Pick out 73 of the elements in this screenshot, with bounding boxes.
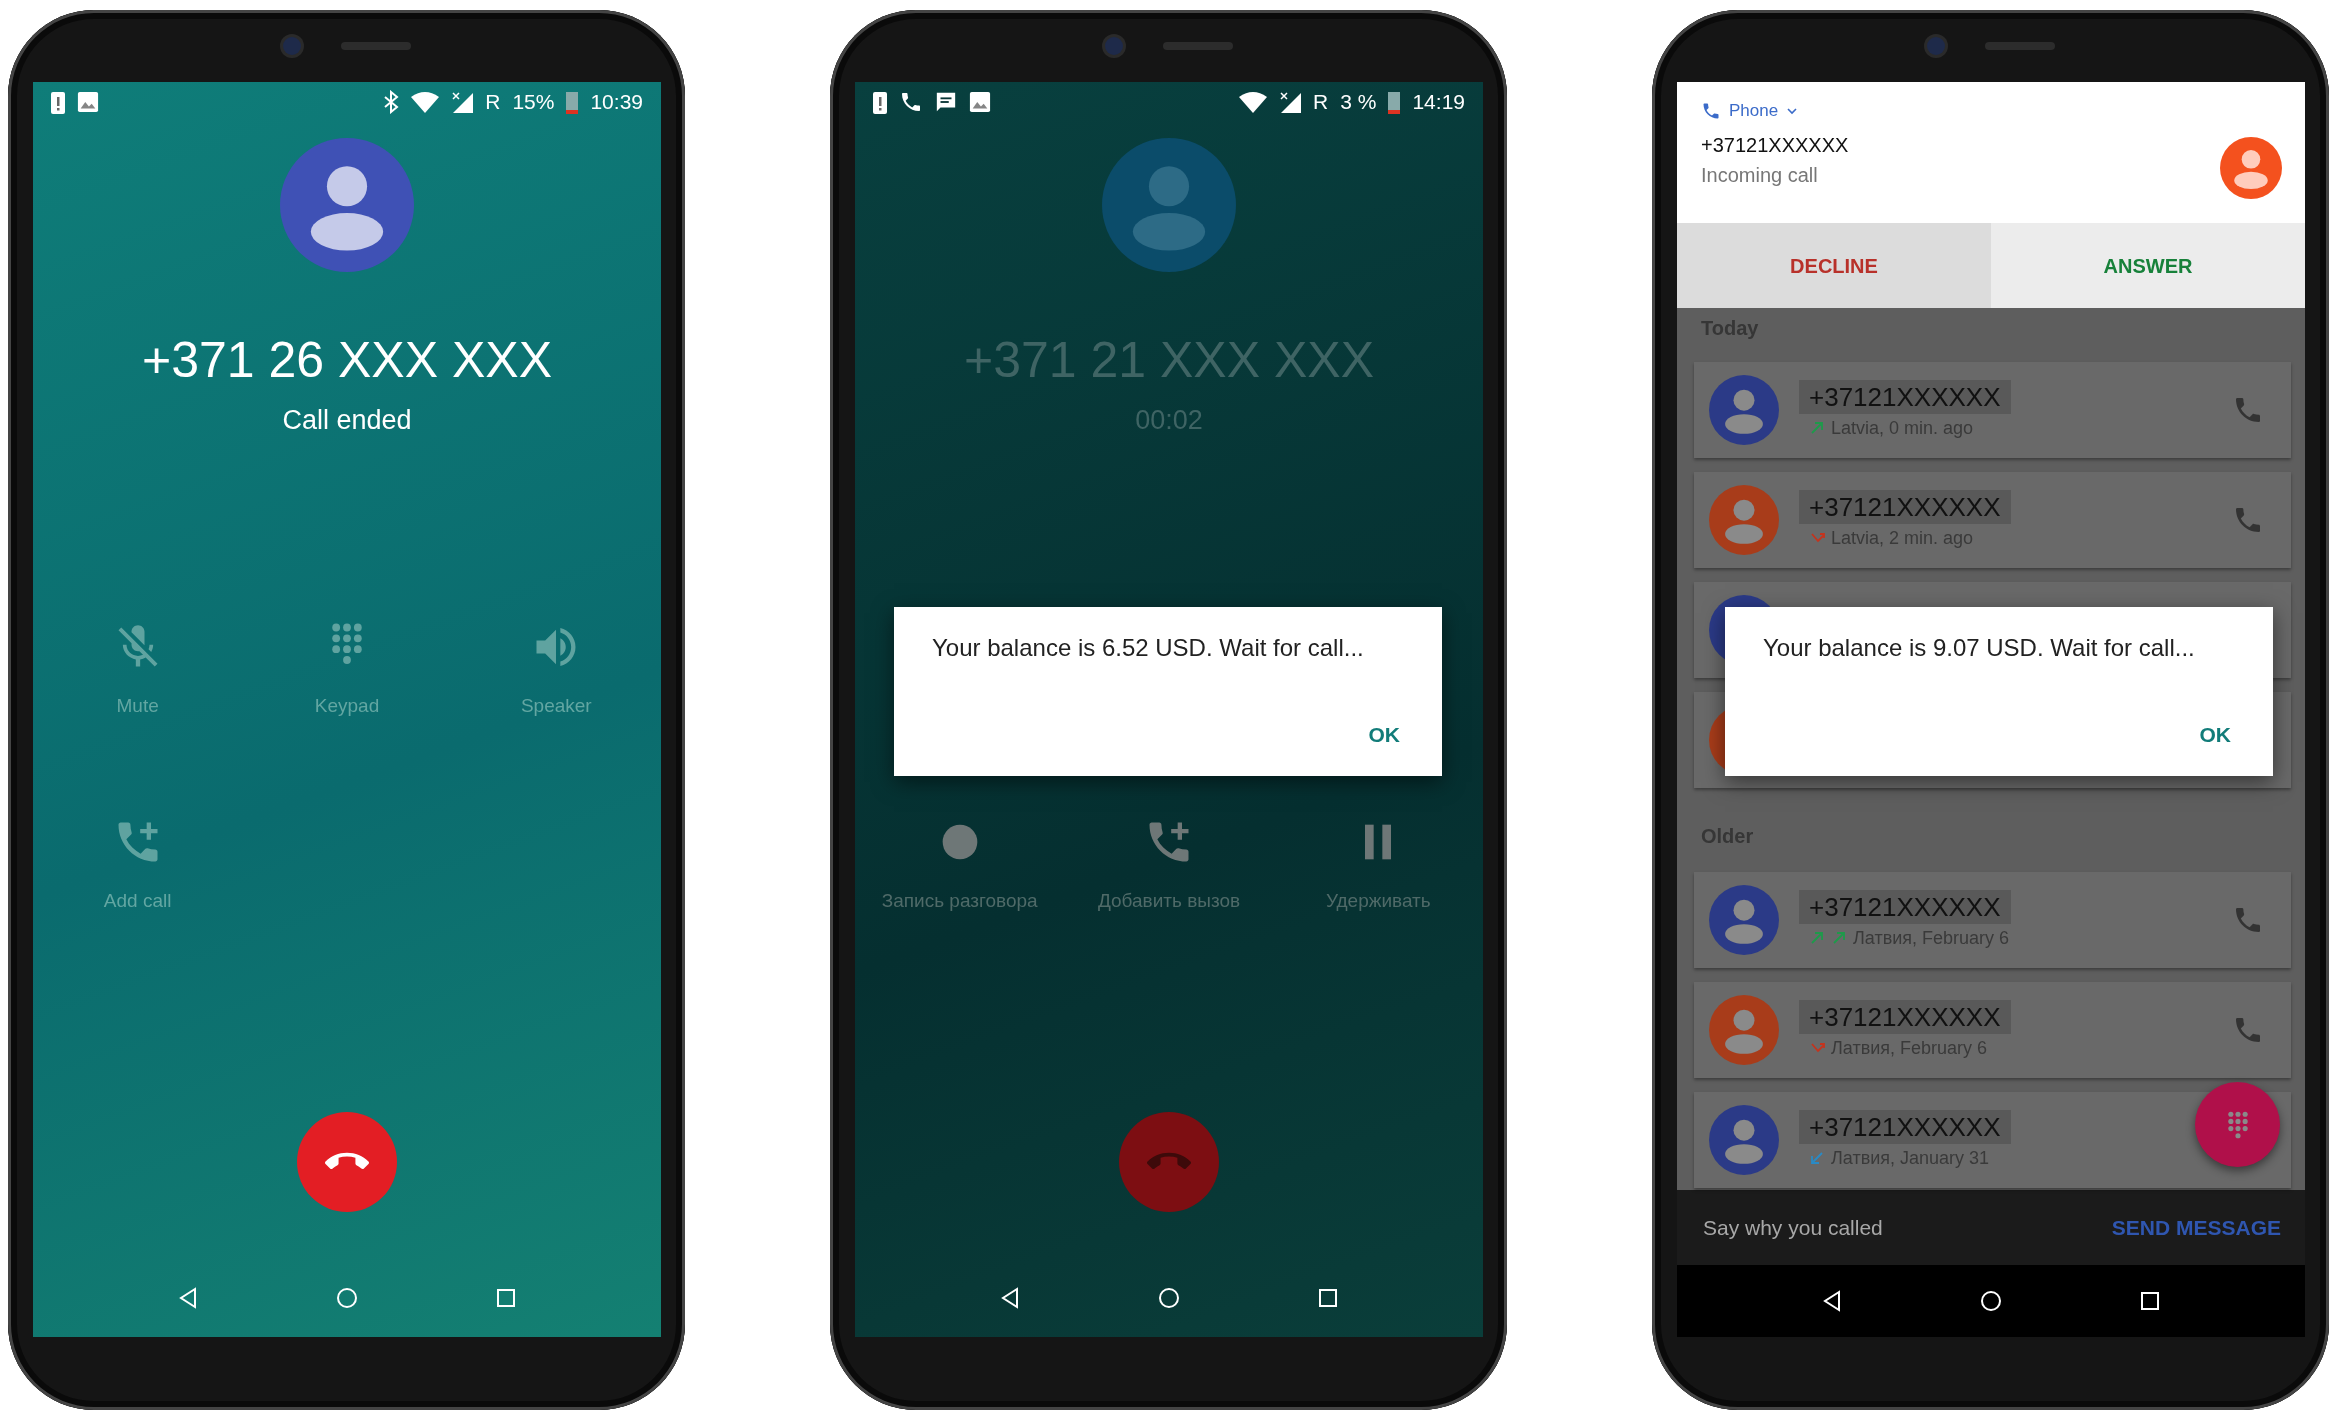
image-icon xyxy=(969,91,991,113)
dialog-message: Your balance is 9.07 USD. Wait for call... xyxy=(1763,633,2196,663)
home-button[interactable] xyxy=(1157,1286,1181,1310)
battery-percent: 3 % xyxy=(1340,89,1377,116)
ok-button[interactable]: OK xyxy=(1360,714,1408,754)
call-status: Call ended xyxy=(281,404,413,437)
clock-time: 14:19 xyxy=(1412,89,1465,116)
message-icon xyxy=(935,91,957,113)
contact-avatar-icon xyxy=(1709,375,1779,445)
battery-icon xyxy=(566,90,579,114)
recents-button[interactable] xyxy=(2138,1289,2162,1313)
outgoing-arrow-icon xyxy=(1809,930,1825,946)
contact-avatar-icon xyxy=(280,138,414,272)
call-status: 00:02 xyxy=(1134,404,1204,437)
contact-avatar-icon xyxy=(1102,138,1236,272)
contact-avatar-icon xyxy=(2220,137,2282,199)
recents-icon xyxy=(2138,1289,2162,1313)
phone-number: +37121XXXXXX xyxy=(1799,890,2011,924)
recents-icon xyxy=(494,1286,518,1310)
battery-alert-icon xyxy=(51,90,65,114)
answer-button[interactable]: ANSWER xyxy=(1991,223,2305,308)
send-message-button[interactable]: SEND MESSAGE xyxy=(2111,1211,2281,1244)
snackbar-message: Say why you called xyxy=(1703,1214,1883,1241)
battery-percent: 15% xyxy=(512,89,555,116)
ok-button[interactable]: OK xyxy=(2191,714,2239,754)
clock-time: 10:39 xyxy=(590,89,643,116)
home-icon xyxy=(1979,1289,2003,1313)
network-indicator: R xyxy=(1313,89,1329,116)
contact-avatar-icon xyxy=(1709,995,1779,1065)
image-icon xyxy=(77,91,99,113)
call-control-button[interactable]: Keypad xyxy=(242,621,452,718)
incoming-arrow-icon xyxy=(1809,1150,1825,1166)
phone-number: +37121XXXXXX xyxy=(1799,1000,2011,1034)
wifi-icon xyxy=(1239,91,1268,113)
bluetooth-icon xyxy=(383,90,400,114)
call-control-button[interactable]: Запись разговора xyxy=(855,816,1065,913)
dialog-message: Your balance is 6.52 USD. Wait for call... xyxy=(932,633,1365,663)
network-indicator: R xyxy=(485,89,501,116)
camera-lens xyxy=(1105,37,1123,55)
phone-call-icon xyxy=(1701,101,1721,121)
signal-icon xyxy=(451,91,474,113)
phone-number: +37121XXXXXX xyxy=(1799,380,2011,414)
home-icon xyxy=(1157,1286,1181,1310)
wifi-icon xyxy=(411,91,440,113)
call-control-button[interactable]: Add call xyxy=(33,816,243,913)
decline-button[interactable]: DECLINE xyxy=(1677,223,1991,308)
phone-number: +37121XXXXXX xyxy=(1799,1110,2011,1144)
recents-icon xyxy=(1316,1286,1340,1310)
call-control-button[interactable]: Speaker xyxy=(451,621,661,718)
contact-avatar-icon xyxy=(1709,485,1779,555)
battery-alert-icon xyxy=(873,90,887,114)
signal-icon xyxy=(1279,91,1302,113)
camera-lens xyxy=(1927,37,1945,55)
call-control-button[interactable]: Mute xyxy=(33,621,243,718)
caller-number: +371 26 XXX XXX xyxy=(141,331,553,390)
chevron-down-icon xyxy=(1786,105,1799,117)
caller-number: +37121XXXXXX xyxy=(1701,133,1850,158)
home-button[interactable] xyxy=(1979,1289,2003,1313)
contact-avatar-icon xyxy=(1709,885,1779,955)
caller-number: +371 21 XXX XXX xyxy=(963,331,1375,390)
recents-button[interactable] xyxy=(1316,1286,1340,1310)
call-status: Incoming call xyxy=(1701,163,1819,188)
phone-number: +37121XXXXXX xyxy=(1799,490,2011,524)
call-control-button[interactable]: Добавить вызов xyxy=(1064,816,1274,913)
phone-call-icon xyxy=(899,90,923,114)
app-name: Phone xyxy=(1729,100,1779,122)
outgoing-arrow-icon xyxy=(1809,420,1825,436)
outgoing-arrow-icon xyxy=(1831,930,1847,946)
call-control-button[interactable]: Удерживать xyxy=(1273,816,1483,913)
battery-icon xyxy=(1388,90,1401,114)
contact-avatar-icon xyxy=(1709,1105,1779,1175)
camera-lens xyxy=(283,37,301,55)
home-icon xyxy=(335,1286,359,1310)
